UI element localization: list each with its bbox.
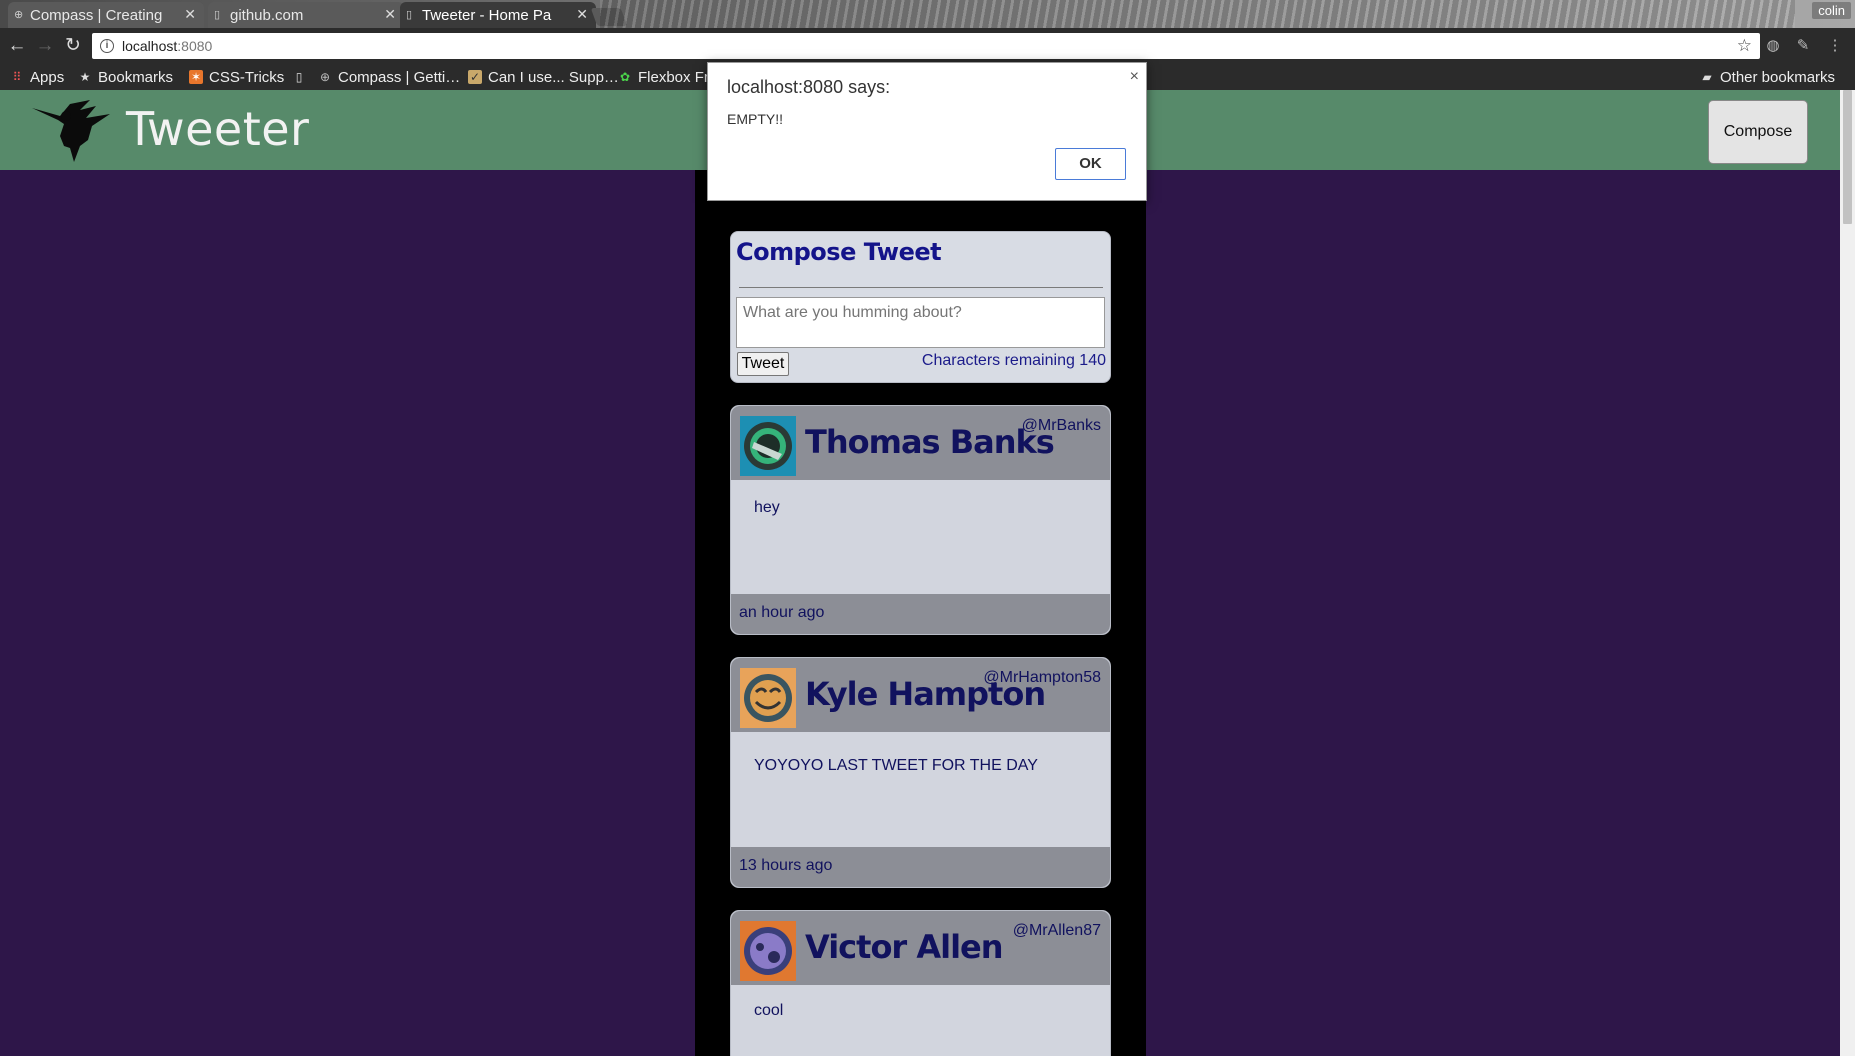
tweet-button[interactable]: Tweet <box>737 352 789 376</box>
page-scrollbar[interactable] <box>1840 90 1855 1056</box>
page-favicon-icon: ▯ <box>406 9 413 21</box>
page-icon: ▯ <box>295 70 303 84</box>
tweet-handle[interactable]: @MrHampton58 <box>983 669 1101 687</box>
bookmark-label: Apps <box>30 68 65 86</box>
page-favicon-icon: ▯ <box>214 9 221 21</box>
hummingbird-icon <box>32 100 110 162</box>
address-bar[interactable]: i localhost:8080 ☆ <box>92 33 1760 59</box>
css-tricks-icon: ✶ <box>189 70 203 84</box>
tweet-text: hey <box>754 499 780 516</box>
browser-tab-github[interactable]: ▯ github.com ✕ <box>208 2 404 28</box>
other-bookmarks[interactable]: ▰ Other bookmarks <box>1700 67 1835 87</box>
bookmark-flexbox[interactable]: ✿ Flexbox Fr <box>618 67 709 87</box>
address-host: localhost <box>122 38 178 54</box>
new-tab-button[interactable] <box>590 8 628 26</box>
close-icon[interactable]: ✕ <box>184 6 196 23</box>
bookmark-label: Other bookmarks <box>1720 68 1836 86</box>
pen-icon[interactable]: ✎ <box>1793 36 1813 56</box>
tweet-footer: 13 hours ago <box>731 847 1110 887</box>
tweet-textarea[interactable] <box>736 297 1105 348</box>
caniuse-icon: ✓ <box>468 70 482 84</box>
folder-icon: ▰ <box>1702 70 1712 84</box>
characters-remaining: Characters remaining 140 <box>921 352 1106 369</box>
tweet-header: Kyle Hampton @MrHampton58 <box>731 658 1110 732</box>
tweet-card: Victor Allen @MrAllen87 cool <box>730 910 1111 1056</box>
tweet-handle[interactable]: @MrAllen87 <box>1013 922 1101 940</box>
address-port: :8080 <box>177 38 213 54</box>
robot-avatar-purple-icon <box>740 921 796 981</box>
tweet-text: YOYOYO LAST TWEET FOR THE DAY <box>754 757 1038 774</box>
reload-icon[interactable]: ↻ <box>61 34 85 58</box>
tweet-header: Victor Allen @MrAllen87 <box>731 911 1110 985</box>
close-icon[interactable]: ✕ <box>576 6 588 23</box>
info-icon[interactable]: i <box>100 39 114 53</box>
tweet-footer: an hour ago <box>731 594 1110 634</box>
bookmark-bookmarks[interactable]: ★ Bookmarks <box>78 67 173 87</box>
bookmark-page[interactable]: ▯ <box>292 67 312 87</box>
star-icon: ★ <box>79 70 91 84</box>
browser-tab-tweeter[interactable]: ▯ Tweeter - Home Pa ✕ <box>400 2 596 28</box>
apps-grid-icon: ⠿ <box>12 70 22 84</box>
close-icon[interactable]: × <box>1130 68 1139 86</box>
tweet-card: Thomas Banks @MrBanks hey an hour ago <box>730 405 1111 635</box>
tab-title: Tweeter - Home Pa <box>422 6 552 24</box>
tweet-timestamp: an hour ago <box>739 604 825 621</box>
bookmark-label: Bookmarks <box>98 68 174 86</box>
tweet-author-name: Victor Allen <box>805 928 1004 966</box>
close-icon[interactable]: ✕ <box>384 6 396 23</box>
profile-name[interactable]: colin <box>1812 2 1851 19</box>
bookmark-label: Can I use... Supp… <box>488 68 619 86</box>
tab-strip: ⊕ Compass | Creating ✕ ▯ github.com ✕ ▯ … <box>0 0 1855 28</box>
bookmark-label: CSS-Tricks <box>209 68 285 86</box>
compass-favicon-icon: ⊕ <box>14 9 24 21</box>
alert-message: EMPTY!! <box>727 111 784 127</box>
tweet-author-name: Thomas Banks <box>805 423 1055 461</box>
tweet-card: Kyle Hampton @MrHampton58 YOYOYO LAST TW… <box>730 657 1111 888</box>
bookmark-compass[interactable]: ⊕ Compass | Getti… <box>318 67 460 87</box>
alert-dialog: localhost:8080 says: × EMPTY!! OK <box>707 62 1147 201</box>
tweet-text: cool <box>754 1002 784 1019</box>
bookmark-apps[interactable]: ⠿ Apps <box>10 67 65 87</box>
robot-avatar-teal-icon <box>740 416 796 476</box>
bookmark-star-icon[interactable]: ☆ <box>1737 36 1752 56</box>
bookmark-label: Flexbox Fr <box>638 68 709 86</box>
menu-icon[interactable]: ⋮ <box>1825 36 1845 56</box>
alert-title: localhost:8080 says: <box>727 77 891 97</box>
tab-title: github.com <box>230 6 304 24</box>
tweet-timestamp: 13 hours ago <box>739 857 833 874</box>
extension-icon[interactable]: ◍ <box>1763 36 1783 56</box>
compose-title: Compose Tweet <box>736 238 942 266</box>
bookmark-caniuse[interactable]: ✓ Can I use... Supp… <box>468 67 619 87</box>
browser-toolbar: ← → ↻ i localhost:8080 ☆ ◍ ✎ ⋮ <box>0 28 1855 64</box>
scrollbar-thumb[interactable] <box>1843 90 1852 224</box>
frog-icon: ✿ <box>619 70 631 84</box>
back-arrow-icon[interactable]: ← <box>5 34 29 58</box>
bookmark-label: Compass | Getti… <box>338 68 461 86</box>
browser-tab-compass[interactable]: ⊕ Compass | Creating ✕ <box>8 2 204 28</box>
app-title: Tweeter <box>126 102 310 156</box>
forward-arrow-icon[interactable]: → <box>33 34 57 58</box>
compose-button[interactable]: Compose <box>1708 100 1808 164</box>
compass-icon: ⊕ <box>319 70 331 84</box>
bookmark-css-tricks[interactable]: ✶ CSS-Tricks <box>189 67 284 87</box>
compose-tweet-panel: Compose Tweet Tweet Characters remaining… <box>730 231 1111 383</box>
tweet-handle[interactable]: @MrBanks <box>1022 417 1101 435</box>
tweet-header: Thomas Banks @MrBanks <box>731 406 1110 480</box>
divider <box>739 287 1103 288</box>
tab-title: Compass | Creating <box>30 6 163 24</box>
ok-button[interactable]: OK <box>1055 148 1126 180</box>
robot-avatar-orange-icon <box>740 668 796 728</box>
